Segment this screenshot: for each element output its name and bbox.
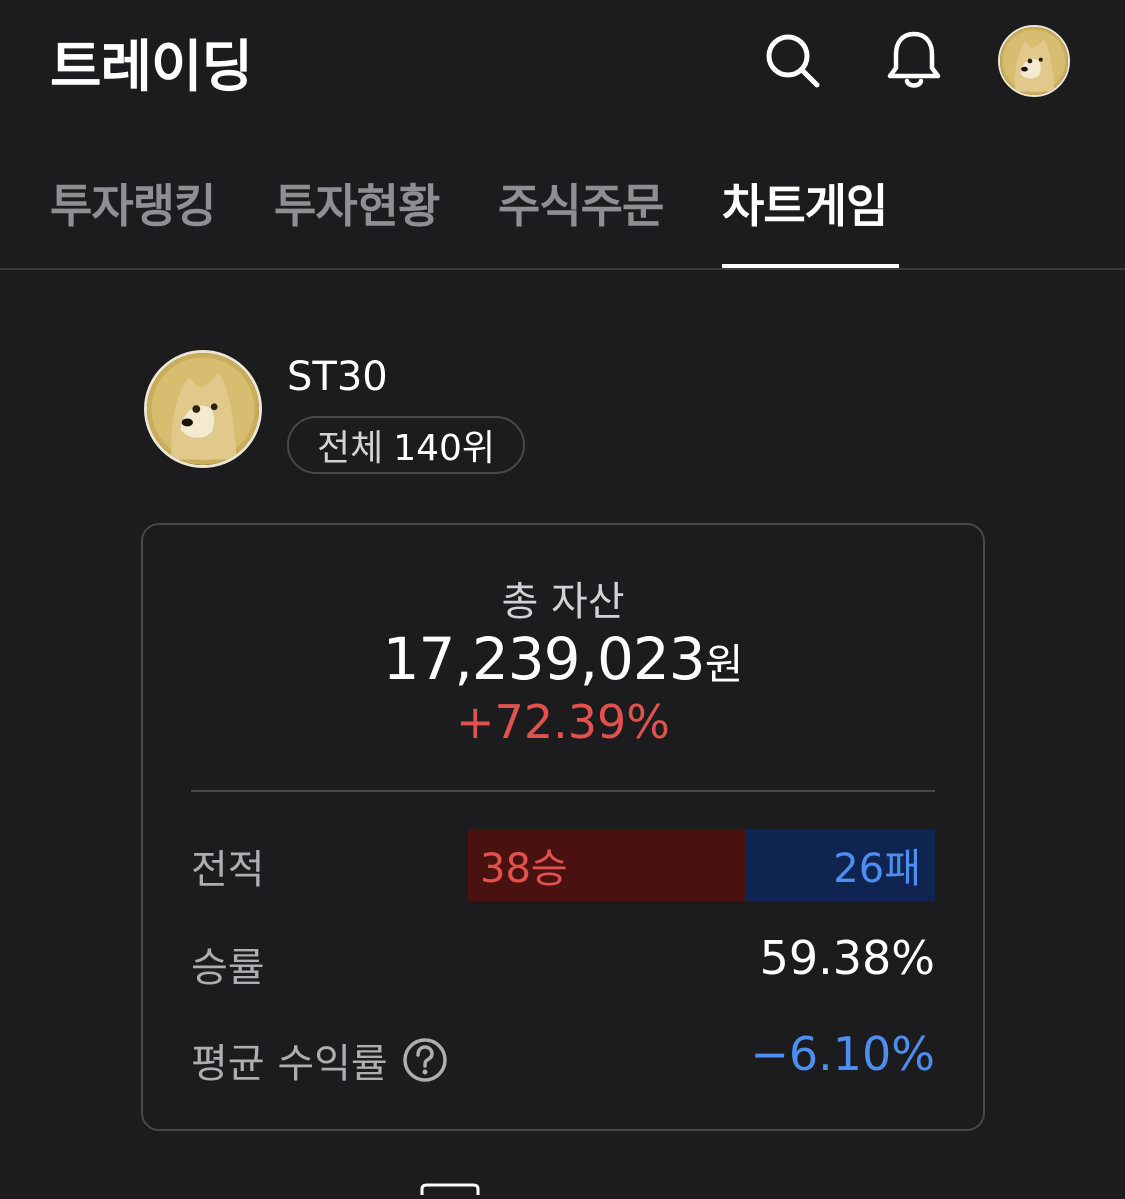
- win-rate-value: 59.38%: [759, 931, 935, 985]
- total-asset-unit: 원: [704, 640, 744, 689]
- rank-value: 140위: [393, 428, 496, 469]
- bell-icon[interactable]: [882, 28, 946, 92]
- help-icon[interactable]: [402, 1037, 448, 1083]
- app-title: 트레이딩: [50, 35, 253, 100]
- avg-return-label: 평균 수익률: [191, 1041, 388, 1087]
- search-icon[interactable]: [760, 28, 824, 92]
- win-rate-label: 승률: [191, 945, 265, 991]
- record-bar: 38승 26패: [468, 829, 935, 901]
- rank-scope: 전체: [316, 428, 384, 469]
- summary-card: 총 자산 17,239,023원 +72.39% 전적 38승 26패 승률 5…: [141, 523, 985, 1131]
- profile-avatar-button[interactable]: [998, 25, 1070, 97]
- total-asset: 17,239,023원: [143, 625, 983, 693]
- profile-name: ST30: [287, 354, 388, 400]
- tab-investment-ranking[interactable]: 투자랭킹: [50, 170, 216, 236]
- profile-avatar: [144, 350, 262, 468]
- doge-avatar-icon: [1000, 27, 1068, 95]
- total-asset-change: +72.39%: [456, 695, 670, 749]
- avg-return-label-row: 평균 수익률: [191, 1031, 448, 1089]
- losses-segment: 26패: [745, 829, 935, 901]
- card-divider: [191, 790, 935, 792]
- tabs-divider: [0, 268, 1125, 270]
- doge-avatar-icon: [147, 353, 259, 465]
- tab-chart-game[interactable]: 차트게임: [722, 170, 888, 236]
- avg-return-value: −6.10%: [750, 1027, 935, 1081]
- tab-investment-status[interactable]: 투자현황: [274, 170, 440, 236]
- total-asset-label: 총 자산: [501, 579, 625, 625]
- wins-segment: 38승: [468, 829, 746, 901]
- bottom-partial-icon: [420, 1180, 480, 1195]
- tab-stock-order[interactable]: 주식주문: [498, 170, 664, 236]
- rank-badge: 전체 140위: [287, 416, 525, 474]
- record-label: 전적: [191, 847, 265, 893]
- total-asset-value: 17,239,023: [382, 625, 706, 693]
- tab-bar: 투자랭킹 투자현황 주식주문 차트게임: [0, 140, 1125, 270]
